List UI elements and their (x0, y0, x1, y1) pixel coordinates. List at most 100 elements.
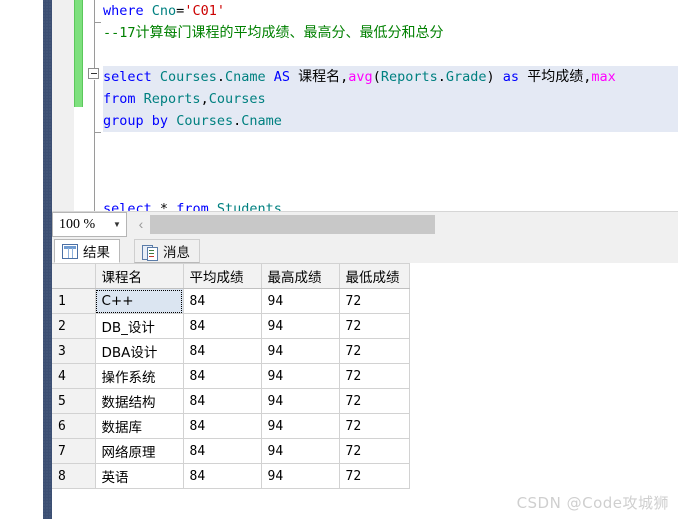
horizontal-scrollbar-thumb[interactable] (150, 215, 435, 234)
table-row[interactable]: 2 DB_设计 84 94 72 (52, 313, 410, 339)
cell-min-score[interactable]: 72 (339, 438, 410, 464)
line-select2[interactable]: select * from Students (103, 198, 678, 211)
row-number-cell[interactable]: 1 (52, 288, 96, 314)
window-left-margin (0, 0, 43, 519)
code-token: ) (486, 69, 495, 85)
tab-results[interactable]: 结果 (54, 239, 120, 263)
table-row[interactable]: 7 网络原理 84 94 72 (52, 438, 410, 464)
chevron-down-icon[interactable]: ▼ (108, 220, 126, 229)
sql-editor[interactable]: where Cno='C01' --17计算每门课程的平均成绩、最高分、最低分和总… (52, 0, 678, 211)
cell-course-name[interactable]: DB_设计 (95, 313, 184, 339)
editor-fold-column[interactable] (85, 0, 103, 211)
fold-guide-tick (94, 132, 101, 133)
cell-min-score[interactable]: 72 (339, 388, 410, 414)
code-token: select (103, 69, 152, 85)
line-where[interactable]: where Cno='C01' (103, 0, 678, 22)
cell-avg-score[interactable]: 84 (183, 388, 262, 414)
cell-min-score[interactable]: 72 (339, 463, 410, 489)
zoom-level-combobox[interactable]: 100 % ▼ (52, 212, 127, 237)
cell-max-score[interactable]: 94 (261, 338, 340, 364)
line-blank-1[interactable] (103, 44, 678, 66)
code-token: --17 (103, 25, 136, 41)
column-header-cname[interactable]: 课程名 (95, 263, 184, 289)
cell-course-name[interactable]: 操作系统 (95, 363, 184, 389)
table-row[interactable]: 5 数据结构 84 94 72 (52, 388, 410, 414)
fold-guide-line (94, 80, 95, 132)
editor-code-area[interactable]: where Cno='C01' --17计算每门课程的平均成绩、最高分、最低分和总… (103, 0, 678, 211)
table-row[interactable]: 8 英语 84 94 72 (52, 463, 410, 489)
code-token: by (151, 113, 169, 129)
line-select[interactable]: select Courses.Cname AS 课程名,avg(Reports.… (103, 66, 678, 88)
cell-min-score[interactable]: 72 (339, 338, 410, 364)
cell-max-score[interactable]: 94 (261, 288, 340, 314)
cell-avg-score[interactable]: 84 (183, 338, 262, 364)
row-number-cell[interactable]: 8 (52, 463, 96, 489)
table-header-row: 课程名 平均成绩 最高成绩 最低成绩 (52, 263, 410, 289)
ssms-window: where Cno='C01' --17计算每门课程的平均成绩、最高分、最低分和总… (0, 0, 678, 519)
line-comment[interactable]: --17计算每门课程的平均成绩、最高分、最低分和总分 (103, 22, 678, 44)
cell-max-score[interactable]: 94 (261, 363, 340, 389)
line-blank-4[interactable] (103, 176, 678, 198)
cell-course-name[interactable]: 网络原理 (95, 438, 184, 464)
table-row[interactable]: 1 C++ 84 94 72 (52, 288, 410, 314)
cell-course-name[interactable]: DBA设计 (95, 338, 184, 364)
line-from[interactable]: from Reports,Courses (103, 88, 678, 110)
row-number-cell[interactable]: 7 (52, 438, 96, 464)
row-number-header[interactable] (52, 263, 96, 289)
chevron-left-icon[interactable]: ‹ (133, 215, 149, 234)
column-header-min[interactable]: 最低成绩 (339, 263, 410, 289)
cell-avg-score[interactable]: 84 (183, 438, 262, 464)
cell-avg-score[interactable]: 84 (183, 288, 262, 314)
cell-avg-score[interactable]: 84 (183, 313, 262, 339)
cell-min-score[interactable]: 72 (339, 413, 410, 439)
line-blank-3[interactable] (103, 154, 678, 176)
cell-course-name[interactable]: 数据结构 (95, 388, 184, 414)
results-table-body: 1 C++ 84 94 72 2 DB_设计 84 94 72 3 DBA设计 84 94 72 4 操作系统 8… (52, 288, 410, 489)
table-row[interactable]: 6 数据库 84 94 72 (52, 413, 410, 439)
table-row[interactable]: 4 操作系统 84 94 72 (52, 363, 410, 389)
row-number-cell[interactable]: 5 (52, 388, 96, 414)
row-number-cell[interactable]: 6 (52, 413, 96, 439)
cell-max-score[interactable]: 94 (261, 438, 340, 464)
code-token: Reports (143, 91, 201, 107)
code-token: 平均成绩 (527, 69, 584, 85)
results-grid[interactable]: 课程名 平均成绩 最高成绩 最低成绩 1 C++ 84 94 72 2 DB_设计 84 94 7… (52, 263, 678, 519)
cell-min-score[interactable]: 72 (339, 313, 410, 339)
message-icon (142, 244, 158, 261)
row-number-cell[interactable]: 4 (52, 363, 96, 389)
line-blank-2[interactable] (103, 132, 678, 154)
cell-max-score[interactable]: 94 (261, 388, 340, 414)
grid-icon (62, 243, 78, 259)
tab-results-label: 结果 (83, 245, 110, 261)
cell-course-name[interactable]: 数据库 (95, 413, 184, 439)
cell-max-score[interactable]: 94 (261, 313, 340, 339)
cell-avg-score[interactable]: 84 (183, 463, 262, 489)
cell-avg-score[interactable]: 84 (183, 363, 262, 389)
tab-messages[interactable]: 消息 (134, 239, 200, 263)
code-token: Courses (176, 113, 234, 129)
cell-avg-score[interactable]: 84 (183, 413, 262, 439)
cell-max-score[interactable]: 94 (261, 463, 340, 489)
line-groupby[interactable]: group by Courses.Cname (103, 110, 678, 132)
cell-course-name[interactable]: C++ (95, 288, 184, 314)
code-token: from (176, 201, 209, 211)
code-token: from (103, 91, 136, 107)
code-token: group (103, 113, 144, 129)
collapse-minus-icon[interactable] (88, 68, 99, 79)
cell-max-score[interactable]: 94 (261, 413, 340, 439)
cell-min-score[interactable]: 72 (339, 363, 410, 389)
cell-min-score[interactable]: 72 (339, 288, 410, 314)
column-header-max[interactable]: 最高成绩 (261, 263, 340, 289)
code-token: avg (348, 69, 373, 85)
table-row[interactable]: 3 DBA设计 84 94 72 (52, 338, 410, 364)
row-number-cell[interactable]: 2 (52, 313, 96, 339)
column-header-avg[interactable]: 平均成绩 (183, 263, 262, 289)
code-token: Grade (445, 69, 487, 85)
cell-course-name[interactable]: 英语 (95, 463, 184, 489)
row-number-cell[interactable]: 3 (52, 338, 96, 364)
code-token: , (200, 91, 209, 107)
